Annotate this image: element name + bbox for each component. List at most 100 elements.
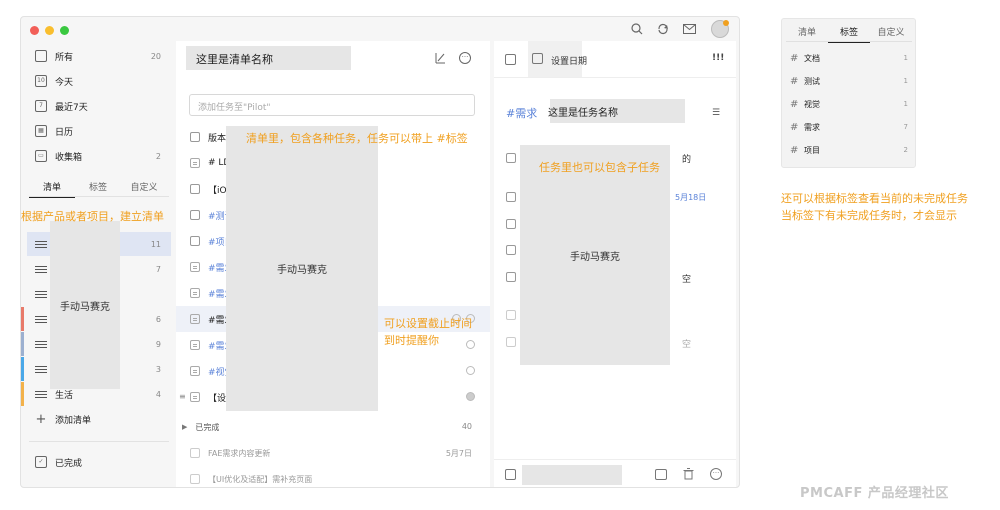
task-checkbox[interactable] — [190, 132, 200, 142]
subtask-list-icon[interactable]: ☰ — [712, 108, 720, 118]
task-checkbox[interactable] — [190, 184, 200, 194]
set-date-button[interactable]: 设置日期 — [551, 54, 587, 67]
subtask-checkbox[interactable] — [506, 272, 516, 282]
hash-icon: # — [790, 52, 799, 64]
smart-list-label: 所有 — [55, 52, 74, 63]
brand-watermark: PMCAFF 产品经理社区 — [800, 486, 949, 501]
subtask-checkbox-checked[interactable] — [506, 337, 516, 347]
task-detail-panel: 设置日期 !!! #需求 这里是任务名称 ☰ 的 5月18日 空 空 手动马赛克… — [494, 41, 736, 487]
priority-flag[interactable]: !!! — [712, 53, 724, 63]
zoom-window-button[interactable] — [60, 26, 69, 35]
note-icon[interactable] — [505, 54, 516, 65]
done-task-row[interactable]: FAE需求内容更新 5月7日 — [176, 440, 490, 466]
note-icon[interactable] — [190, 262, 200, 272]
detail-tag[interactable]: #需求 — [506, 105, 537, 121]
completed-label: 已完成 — [55, 458, 83, 469]
calendar-10-icon: 10 — [35, 75, 47, 87]
note-icon[interactable] — [190, 366, 200, 376]
app-window: 所有 20 10 今天 7 最近7天 ▦ 日历 ▭ 收集箱 2 清单 标签 自定… — [20, 16, 740, 488]
hash-icon: # — [790, 98, 799, 110]
add-task-input[interactable]: 添加任务至"Pilot" — [189, 94, 475, 116]
note-icon[interactable] — [190, 158, 200, 168]
mosaic-redaction: 手动马赛克 — [50, 221, 120, 389]
smart-list-inbox[interactable]: ▭ 收集箱 2 — [27, 144, 171, 168]
task-tag: # — [208, 158, 216, 168]
divider — [786, 41, 912, 42]
subtask-checkbox[interactable] — [506, 153, 516, 163]
smart-list-count: 20 — [150, 51, 161, 61]
progress-icon[interactable] — [466, 340, 475, 349]
task-checkbox[interactable] — [190, 236, 200, 246]
comment-icon[interactable] — [655, 469, 667, 480]
annotation-callout: 清单里，包含各种任务，任务可以带上 #标签 — [246, 132, 468, 145]
smart-list-calendar[interactable]: ▦ 日历 — [27, 119, 171, 143]
done-task-row[interactable]: 【UI优化及适配】需补充页面 — [176, 466, 490, 487]
task-detail-title[interactable]: 这里是任务名称 — [548, 104, 618, 119]
edit-sort-icon[interactable] — [434, 52, 446, 64]
annotation-callout: 到时提醒你 — [384, 334, 439, 347]
annotation-callout: 还可以根据标签查看当前的未完成任务 — [781, 192, 968, 205]
subtask-checkbox[interactable] — [506, 219, 516, 229]
avatar[interactable] — [711, 20, 729, 38]
more-icon[interactable]: ··· — [710, 468, 722, 480]
tag-count: 2 — [903, 146, 908, 154]
smart-list-today[interactable]: 10 今天 — [27, 69, 171, 93]
completed-section-header[interactable]: ▶ 已完成 40 — [176, 414, 490, 440]
smart-list-week[interactable]: 7 最近7天 — [27, 94, 171, 118]
divider — [494, 459, 736, 460]
progress-icon[interactable] — [466, 392, 475, 401]
list-color-bar — [21, 307, 24, 331]
task-checkbox-checked[interactable] — [190, 448, 200, 458]
mosaic-redaction: 手动马赛克 — [520, 145, 670, 365]
divider — [494, 77, 736, 78]
note-icon[interactable] — [190, 340, 200, 350]
subtask-checkbox[interactable] — [506, 192, 516, 202]
completed-label: 已完成 — [195, 422, 220, 432]
subtask-checkbox-checked[interactable] — [506, 310, 516, 320]
list-color-bar — [21, 332, 24, 356]
note-icon[interactable] — [190, 392, 200, 402]
trash-icon[interactable] — [683, 468, 694, 480]
divider — [29, 441, 169, 442]
progress-icon[interactable] — [466, 366, 475, 375]
note-icon[interactable] — [190, 288, 200, 298]
task-checkbox-checked[interactable] — [190, 474, 200, 484]
sidebar: 所有 20 10 今天 7 最近7天 ▦ 日历 ▭ 收集箱 2 清单 标签 自定… — [21, 44, 171, 487]
menu-icon — [35, 315, 47, 323]
tag-item[interactable]: # 项目 2 — [790, 139, 908, 161]
mail-icon[interactable] — [683, 24, 696, 34]
menu-icon — [35, 240, 47, 248]
tag-label: 测试 — [804, 76, 820, 86]
completed-list[interactable]: ✓ 已完成 — [27, 450, 171, 474]
add-list-button[interactable]: + 添加清单 — [27, 407, 171, 431]
task-title: FAE需求内容更新 — [208, 448, 271, 458]
tag-item[interactable]: # 需求 7 — [790, 116, 908, 138]
calendar-icon[interactable] — [532, 53, 543, 64]
smart-list-count: 2 — [155, 151, 161, 161]
hash-icon: # — [790, 75, 799, 87]
task-checkbox[interactable] — [190, 210, 200, 220]
sync-icon[interactable] — [657, 23, 669, 35]
tag-item[interactable]: # 测试 1 — [790, 70, 908, 92]
tag-item[interactable]: # 文档 1 — [790, 47, 908, 69]
subtask-checkbox[interactable] — [506, 245, 516, 255]
chevron-right-icon: ▶ — [182, 423, 188, 431]
menu-icon — [35, 340, 47, 348]
minimize-window-button[interactable] — [45, 26, 54, 35]
list-color-bar — [21, 382, 24, 406]
smart-list-all[interactable]: 所有 20 — [27, 44, 171, 68]
mosaic-label: 手动马赛克 — [277, 265, 327, 276]
mosaic-label: 手动马赛克 — [60, 301, 110, 313]
note-icon[interactable] — [190, 314, 200, 324]
list-label: 生活 — [55, 390, 74, 401]
hash-icon: # — [790, 121, 799, 133]
tag-item[interactable]: # 视觉 1 — [790, 93, 908, 115]
more-icon[interactable]: ··· — [459, 52, 471, 64]
search-icon[interactable] — [631, 23, 643, 35]
drag-handle-icon[interactable]: ≡ — [179, 392, 186, 401]
move-to-list-icon[interactable] — [505, 469, 516, 480]
mosaic-redaction: 手动马赛克 — [226, 126, 378, 411]
close-window-button[interactable] — [30, 26, 39, 35]
smart-list-label: 今天 — [55, 77, 74, 88]
calendar-7-icon: 7 — [35, 100, 47, 112]
